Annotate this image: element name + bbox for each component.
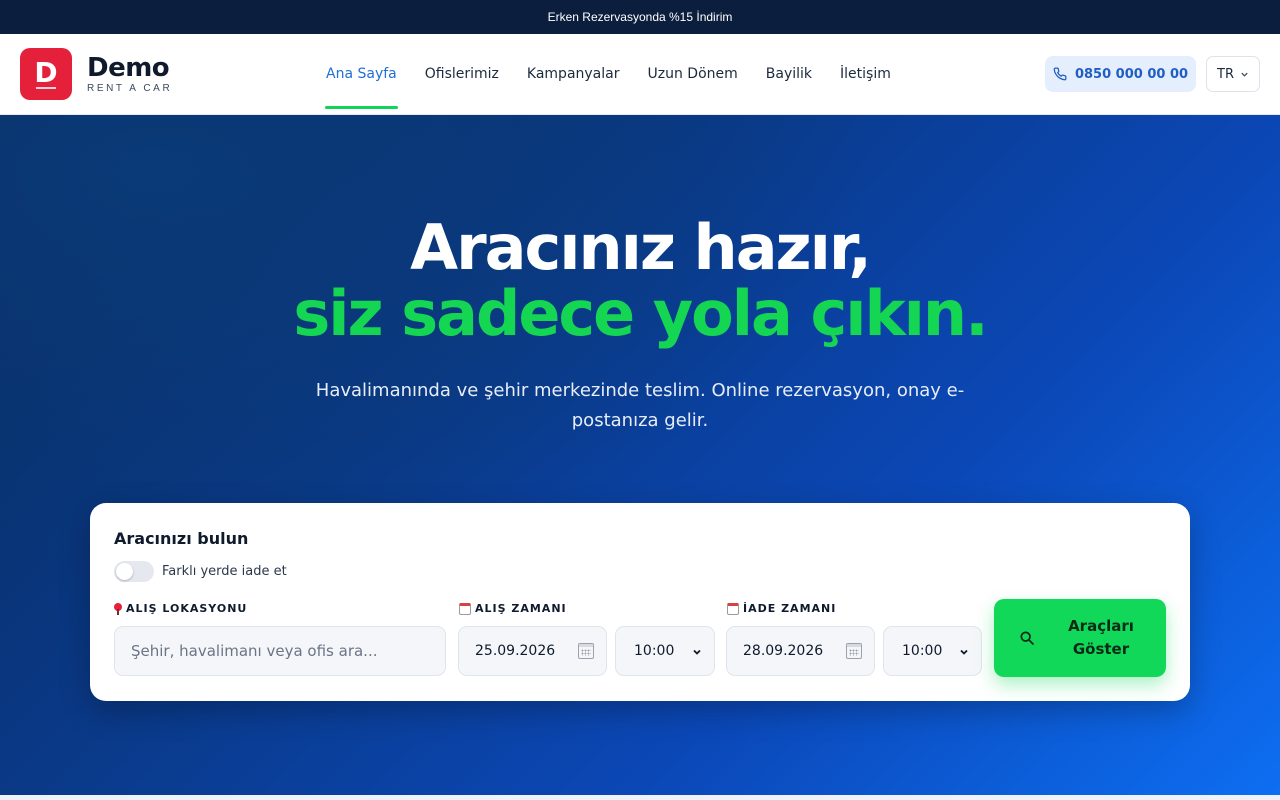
logo-underline	[36, 87, 56, 89]
pickup-location-placeholder: Şehir, havalimanı veya ofis ara...	[131, 642, 378, 660]
hero-subtitle: Havalimanında ve şehir merkezinde teslim…	[315, 380, 965, 431]
brand-logo[interactable]: D Demo RENT A CAR	[20, 48, 172, 100]
pickup-location-input[interactable]: Şehir, havalimanı veya ofis ara...	[114, 626, 446, 676]
pickup-date-input[interactable]: 25.09.2026	[458, 626, 607, 676]
language-label: TR	[1217, 66, 1234, 82]
nav-item-contact[interactable]: İletişim	[826, 34, 905, 114]
show-cars-label-line2: Göster	[1072, 640, 1130, 658]
show-cars-label: Araçları Göster	[1061, 615, 1141, 661]
nav-item-home[interactable]: Ana Sayfa	[312, 34, 411, 114]
return-time-value: 10:00	[902, 643, 943, 659]
date-picker-icon[interactable]	[578, 643, 594, 659]
search-card-title: Aracınızı bulun	[114, 529, 249, 548]
phone-number: 0850 000 00 00	[1074, 66, 1189, 82]
return-date-input[interactable]: 28.09.2026	[726, 626, 875, 676]
nav-item-campaigns[interactable]: Kampanyalar	[513, 34, 634, 114]
nav-item-dealership[interactable]: Bayilik	[752, 34, 826, 114]
chevron-down-icon	[960, 649, 968, 655]
show-cars-button[interactable]: Araçları Göster	[994, 599, 1166, 677]
logo-name: Demo	[87, 53, 170, 83]
site-header: D Demo RENT A CAR Ana Sayfa Ofislerimiz …	[0, 34, 1280, 115]
section-divider	[0, 795, 1280, 800]
pickup-time-label-text: ALIŞ ZAMANI	[475, 602, 567, 615]
return-time-select[interactable]: 10:00	[883, 626, 982, 676]
phone-button[interactable]: 0850 000 00 00	[1045, 56, 1196, 92]
return-time-label: İADE ZAMANI	[727, 602, 836, 615]
pickup-date-value: 25.09.2026	[475, 643, 556, 659]
calendar-icon	[727, 602, 739, 615]
chevron-down-icon	[1241, 72, 1248, 77]
language-select[interactable]: TR	[1206, 56, 1260, 92]
logo-text: Demo RENT A CAR	[87, 54, 172, 94]
hero-title-line2: siz sadece yola çıkın.	[293, 277, 988, 350]
main-nav: Ana Sayfa Ofislerimiz Kampanyalar Uzun D…	[312, 34, 905, 114]
phone-icon	[1053, 67, 1067, 81]
search-icon	[1020, 631, 1034, 645]
nav-item-offices[interactable]: Ofislerimiz	[411, 34, 513, 114]
pickup-time-value: 10:00	[634, 643, 675, 659]
pickup-location-label: ALIŞ LOKASYONU	[114, 602, 247, 615]
return-date-value: 28.09.2026	[743, 643, 824, 659]
toggle-knob	[116, 563, 133, 580]
logo-letter: D	[34, 55, 58, 89]
calendar-icon	[459, 602, 471, 615]
pin-icon	[114, 602, 122, 615]
promo-bar: Erken Rezervasyonda %15 İndirim	[0, 0, 1280, 34]
pickup-time-select[interactable]: 10:00	[615, 626, 715, 676]
logo-tagline: RENT A CAR	[87, 83, 173, 94]
chevron-down-icon	[693, 649, 701, 655]
different-return-label: Farklı yerde iade et	[162, 564, 287, 579]
pickup-time-label: ALIŞ ZAMANI	[459, 602, 567, 615]
show-cars-label-line1: Araçları	[1068, 617, 1134, 635]
logo-mark-icon: D	[20, 48, 72, 100]
date-picker-icon[interactable]	[846, 643, 862, 659]
return-time-label-text: İADE ZAMANI	[743, 602, 837, 615]
pickup-location-label-text: ALIŞ LOKASYONU	[126, 602, 248, 615]
hero-title-line1: Aracınız hazır,	[410, 211, 872, 284]
nav-item-long-term[interactable]: Uzun Dönem	[634, 34, 752, 114]
different-return-toggle[interactable]	[114, 561, 154, 582]
promo-text: Erken Rezervasyonda %15 İndirim	[547, 10, 733, 24]
search-card: Aracınızı bulun Farklı yerde iade et ALI…	[90, 503, 1190, 701]
